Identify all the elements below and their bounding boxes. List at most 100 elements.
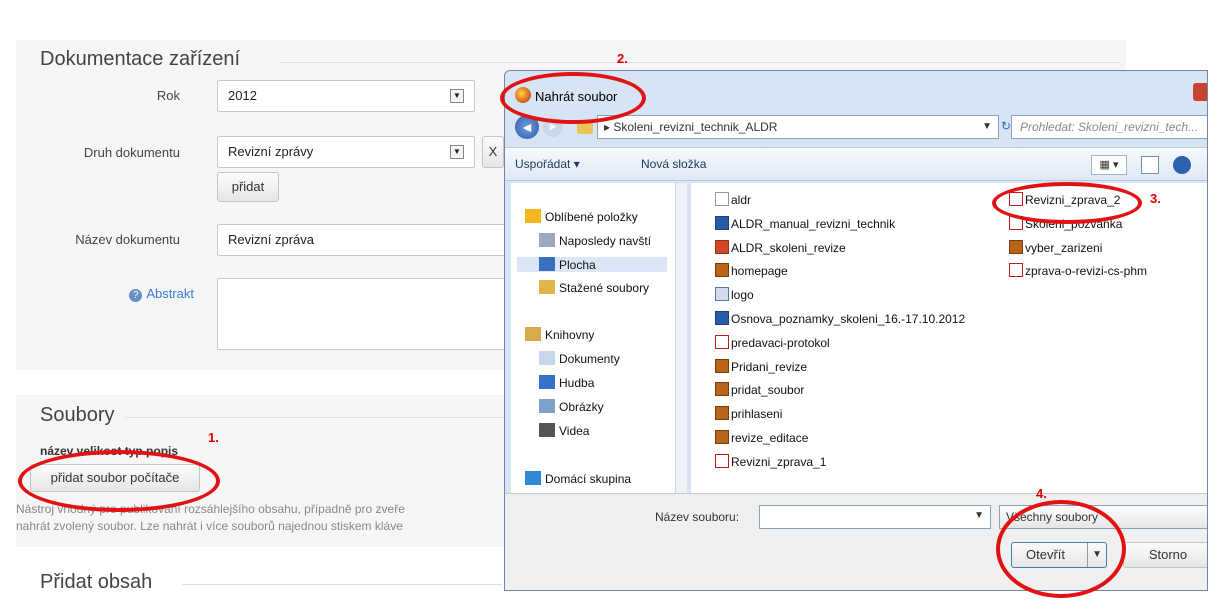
file-item[interactable]: revize_editace xyxy=(715,430,808,445)
nav-item[interactable]: Plocha xyxy=(517,257,667,272)
image-file-icon xyxy=(715,406,729,421)
video-icon xyxy=(539,423,555,437)
file-name: Pridani_revize xyxy=(731,359,808,374)
rok-select[interactable]: 2012 ▼ xyxy=(217,80,475,112)
chevron-down-icon[interactable]: ▼ xyxy=(974,510,984,521)
refresh-icon[interactable]: ↻ xyxy=(1001,119,1011,133)
navigation-scrollbar[interactable] xyxy=(675,183,687,493)
rok-value: 2012 xyxy=(228,88,257,103)
chevron-down-icon[interactable]: ▼ xyxy=(450,89,464,103)
file-name: aldr xyxy=(731,193,752,207)
abstrakt-textarea[interactable] xyxy=(217,278,507,350)
file-item[interactable]: Osnova_poznamky_skoleni_16.-17.10.2012 xyxy=(715,311,965,326)
image2-file-icon xyxy=(715,287,729,302)
view-options-icon[interactable]: ▦ ▾ xyxy=(1091,155,1127,175)
nav-item-label: Stažené soubory xyxy=(559,281,650,295)
nav-item-label: Domácí skupina xyxy=(545,472,632,486)
section-title-soubory: Soubory xyxy=(40,404,115,426)
preview-pane-icon[interactable] xyxy=(1141,156,1159,174)
nav-item[interactable]: Obrázky xyxy=(539,399,604,414)
word-file-icon xyxy=(715,215,729,230)
search-input[interactable]: Prohledat: Skoleni_revizni_tech... xyxy=(1011,115,1207,139)
documents-icon xyxy=(539,351,555,365)
filename-label: Název souboru: xyxy=(655,510,740,524)
file-item[interactable]: zprava-o-revizi-cs-phm xyxy=(1009,263,1147,278)
new-folder-button[interactable]: Nová složka xyxy=(641,157,706,171)
file-name: prihlaseni xyxy=(731,407,783,422)
file-item[interactable]: pridat_soubor xyxy=(715,382,804,397)
nav-item[interactable]: Stažené soubory xyxy=(539,280,649,295)
nav-item[interactable]: Naposledy navští xyxy=(539,233,651,248)
annotation-number-3: 3. xyxy=(1150,191,1161,206)
pdf-file-icon xyxy=(1009,263,1023,278)
help-icon: ? xyxy=(129,289,143,302)
image-file-icon xyxy=(715,358,729,373)
organize-button[interactable]: Uspořádat ▾ xyxy=(515,157,580,171)
file-item[interactable]: homepage xyxy=(715,263,788,278)
section-title-dokumentace: Dokumentace zařízení xyxy=(40,48,241,70)
druh-select[interactable]: Revizní zprávy ▼ xyxy=(217,136,475,168)
file-name: homepage xyxy=(731,264,788,279)
nav-item[interactable]: Oblíbené položky xyxy=(525,209,638,224)
nav-item[interactable]: Dokumenty xyxy=(539,351,620,366)
word-file-icon xyxy=(715,311,729,325)
nav-item[interactable]: Knihovny xyxy=(525,327,594,342)
file-item[interactable]: logo xyxy=(715,287,754,302)
file-item[interactable]: ALDR_manual_revizni_technik xyxy=(715,215,895,231)
file-name: Revizni_zprava_1 xyxy=(731,454,827,469)
nav-item-label: Naposledy navští xyxy=(559,234,652,248)
nav-item[interactable]: Domácí skupina xyxy=(525,471,631,486)
pridat-button[interactable]: přidat xyxy=(217,172,279,202)
file-item[interactable]: Pridani_revize xyxy=(715,358,808,374)
divider xyxy=(280,62,1120,63)
annotation-number-1: 1. xyxy=(208,430,219,445)
help-text-line2: nahrát zvolený soubor. Lze nahrát i více… xyxy=(16,519,403,533)
annotation-number-4: 4. xyxy=(1036,486,1047,501)
rok-label: Rok xyxy=(156,88,180,103)
image-file-icon xyxy=(1009,239,1023,254)
nav-item-label: Knihovny xyxy=(545,328,595,342)
file-item[interactable]: vyber_zarizeni xyxy=(1009,239,1103,255)
address-bar[interactable]: ▸ Skoleni_revizni_technik_ALDR ▼ xyxy=(597,115,999,139)
file-name: vyber_zarizeni xyxy=(1025,240,1103,255)
abstrakt-link[interactable]: ? Abstrakt xyxy=(14,286,194,302)
nav-item-label: Obrázky xyxy=(559,400,604,414)
breadcrumb: Skoleni_revizni_technik_ALDR xyxy=(613,120,778,134)
divider xyxy=(182,584,502,585)
file-item[interactable]: Revizni_zprava_1 xyxy=(715,453,827,469)
nav-item[interactable]: Hudba xyxy=(539,375,594,390)
chevron-down-icon[interactable]: ▼ xyxy=(450,145,464,159)
image-file-icon xyxy=(715,382,729,397)
nazev-label: Název dokumentu xyxy=(75,232,180,247)
file-item[interactable]: predavaci-protokol xyxy=(715,334,830,350)
nav-item[interactable]: Videa xyxy=(539,423,589,438)
ppt-file-icon xyxy=(715,239,729,254)
nav-item-label: Plocha xyxy=(559,258,596,272)
file-name: zprava-o-revizi-cs-phm xyxy=(1025,264,1148,279)
filename-input[interactable]: ▼ xyxy=(759,505,991,529)
file-item[interactable]: ALDR_skoleni_revize xyxy=(715,239,846,255)
chevron-down-icon[interactable]: ▼ xyxy=(982,116,992,138)
breadcrumb-arrow-icon: ▸ xyxy=(604,120,614,134)
file-name: logo xyxy=(731,288,754,303)
druh-label: Druh dokumentu xyxy=(83,145,180,160)
close-icon[interactable] xyxy=(1193,83,1207,101)
image-file-icon xyxy=(715,430,729,444)
downloads-icon xyxy=(539,280,555,294)
navigation-pane: Oblíbené položky Naposledy navští Plocha St… xyxy=(511,183,687,493)
annotation-number-2: 2. xyxy=(617,51,628,66)
file-name: predavaci-protokol xyxy=(731,335,830,350)
help-icon[interactable] xyxy=(1173,156,1191,174)
annotation-ellipse-4 xyxy=(996,500,1126,598)
desktop-icon xyxy=(539,257,555,271)
annotation-ellipse-1 xyxy=(18,450,220,512)
cancel-button[interactable]: Storno xyxy=(1123,542,1207,568)
nazev-input[interactable]: Revizní zpráva xyxy=(217,224,507,256)
pictures-icon xyxy=(539,399,555,413)
file-item[interactable]: aldr xyxy=(715,192,751,207)
file-item[interactable]: prihlaseni xyxy=(715,406,782,421)
file-name: Osnova_poznamky_skoleni_16.-17.10.2012 xyxy=(731,312,966,326)
druh-value: Revizní zprávy xyxy=(228,144,314,159)
clear-druh-button[interactable]: X xyxy=(482,136,504,168)
nav-item-label: Videa xyxy=(559,424,590,438)
